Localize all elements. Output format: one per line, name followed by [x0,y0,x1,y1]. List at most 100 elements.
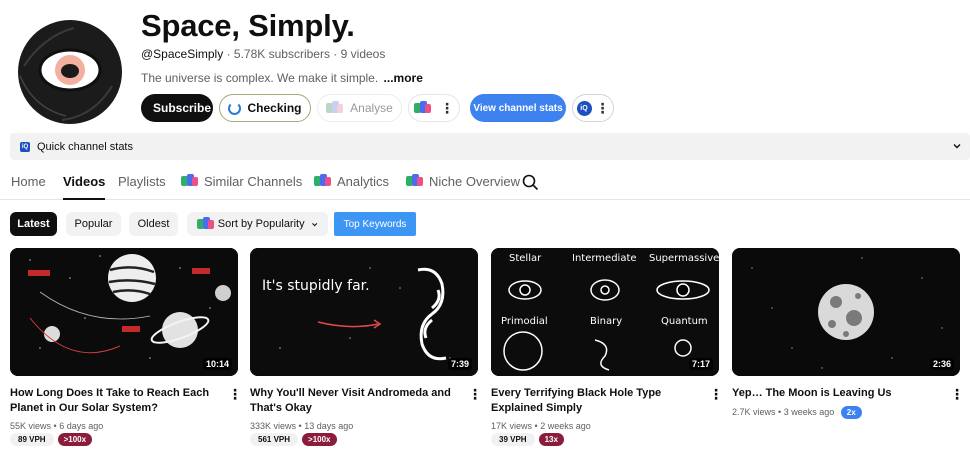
checking-label: Checking [247,101,302,115]
more-vertical-icon[interactable]: ⋮ [228,387,242,401]
vidiq-badge-button[interactable]: iQ ⋮ [572,94,614,122]
vph-badge: 561 VPH [250,433,299,446]
thumbnail-caption: Binary [590,316,622,327]
extension-menu-button[interactable]: ⋮ [408,94,460,122]
more-vertical-icon: ⋮ [440,100,454,116]
quick-channel-stats-bar[interactable]: iQ Quick channel stats [10,133,970,160]
thumbnail-caption: Intermediate [572,253,637,264]
vidiq-badge-icon: iQ [576,100,592,116]
vidiq-logo-icon [326,101,344,115]
video-duration: 2:36 [929,358,954,370]
tab-videos[interactable]: Videos [63,174,106,200]
view-stats-label: View channel stats [473,102,563,114]
video-stats: 333K views • 13 days ago [250,421,464,431]
chip-label: Oldest [137,218,170,230]
view-count: 333K views [250,421,297,431]
filter-oldest-chip[interactable]: Oldest [129,212,178,236]
video-count: 9 videos [340,47,386,61]
more-vertical-icon[interactable]: ⋮ [709,387,723,401]
video-thumbnail[interactable]: 10:14 [10,248,238,376]
video-stats: 55K views • 6 days ago [10,421,224,431]
andromeda-thumbnail-art: It's stupidly far. [250,248,478,376]
view-count: 55K views [10,421,52,431]
filter-popular-chip[interactable]: Popular [66,212,121,236]
video-badges: 561 VPH >100x [250,433,337,446]
filter-latest-chip[interactable]: Latest [10,212,57,236]
channel-description[interactable]: The universe is complex. We make it simp… [141,71,423,85]
moon-thumbnail-art [732,248,960,376]
outlier-multiplier-badge: >100x [302,433,337,446]
description-text: The universe is complex. We make it simp… [141,71,379,85]
vidiq-logo-icon [414,101,432,115]
tab-analytics[interactable]: Analytics [314,174,389,199]
search-icon[interactable] [522,174,539,191]
tab-label: Similar Channels [204,174,303,189]
video-stats: 2.7K views • 3 weeks ago 2x [732,406,946,419]
video-thumbnail[interactable]: 2:36 [732,248,960,376]
outlier-multiplier-badge: 2x [840,406,862,419]
loading-spinner-icon [228,101,242,115]
more-vertical-icon[interactable]: ⋮ [950,387,964,401]
channel-meta: @SpaceSimply · 5.78K subscribers · 9 vid… [141,47,385,61]
video-title[interactable]: Yep… The Moon is Leaving Us [732,386,946,401]
top-keywords-label: Top Keywords [343,218,407,230]
more-vertical-icon[interactable]: ⋮ [468,387,482,401]
upload-age: 13 days ago [304,421,354,431]
chip-label: Latest [17,218,50,230]
subscribe-button[interactable]: Subscribe [141,94,213,122]
chip-label: Popular [74,218,113,230]
sort-dropdown[interactable]: Sort by Popularity [187,212,328,236]
video-filters: Latest Popular Oldest Sort by Popularity… [0,212,970,236]
channel-title: Space, Simply. [141,8,355,43]
tab-similar-channels[interactable]: Similar Channels [181,174,302,199]
thumbnail-caption: Stellar [509,253,542,264]
tab-niche-overview[interactable]: Niche Overview [406,174,520,199]
thumbnail-caption: Quantum [661,316,708,327]
upload-age: 3 weeks ago [783,406,835,417]
outlier-multiplier-badge: >100x [57,433,93,446]
tab-label: Analytics [337,174,390,189]
channel-tabs: Home Videos Playlists Similar Channels A… [0,174,970,200]
video-title[interactable]: Why You'll Never Visit Andromeda and Tha… [250,386,464,416]
upload-age: 2 weeks ago [540,421,591,431]
view-channel-stats-button[interactable]: View channel stats [470,94,566,122]
subscribe-label: Subscribe [153,101,212,115]
upload-age: 6 days ago [59,421,104,431]
vidiq-logo-icon [406,174,424,188]
tab-label: Niche Overview [429,174,521,189]
tab-home[interactable]: Home [11,174,46,199]
view-count: 2.7K views [732,406,776,417]
video-title[interactable]: Every Terrifying Black Hole Type Explain… [491,386,705,416]
thumbnail-caption: It's stupidly far. [262,278,370,294]
sort-label: Sort by Popularity [217,218,305,230]
checking-button[interactable]: Checking [219,94,311,122]
analyse-label: Analyse [350,101,393,115]
channel-handle[interactable]: @SpaceSimply [141,47,223,61]
view-count: 17K views [491,421,533,431]
top-keywords-button[interactable]: Top Keywords [334,212,416,236]
solar-system-thumbnail-art [10,248,238,376]
video-duration: 7:39 [447,358,472,370]
tab-playlists[interactable]: Playlists [118,174,166,199]
black-hole-types-thumbnail-art: Stellar Intermediate Supermassive Primod… [491,248,719,376]
video-thumbnail[interactable]: Stellar Intermediate Supermassive Primod… [491,248,719,376]
video-badges: 39 VPH 13x [491,433,564,446]
video-thumbnail[interactable]: It's stupidly far. 7:39 [250,248,478,376]
video-stats: 17K views • 2 weeks ago [491,421,705,431]
vidiq-stats-icon: iQ [20,141,30,152]
subscriber-count: 5.78K subscribers [233,47,330,61]
vph-badge: 89 VPH [10,433,54,446]
tab-label: Videos [63,174,106,189]
vidiq-logo-icon [181,174,199,188]
channel-action-row: Subscribe Checking Analyse ⋮ View channe… [0,94,970,122]
tab-label: Playlists [118,174,166,189]
thumbnail-caption: Supermassive [649,253,719,264]
video-title[interactable]: How Long Does It Take to Reach Each Plan… [10,386,224,416]
video-badges: 89 VPH >100x [10,433,93,446]
meta-separator: · [226,47,234,61]
more-link[interactable]: ...more [384,71,423,85]
chevron-down-icon [953,144,961,149]
more-vertical-icon: ⋮ [595,100,610,116]
analyse-button[interactable]: Analyse [317,94,402,122]
vidiq-logo-icon [314,174,332,188]
